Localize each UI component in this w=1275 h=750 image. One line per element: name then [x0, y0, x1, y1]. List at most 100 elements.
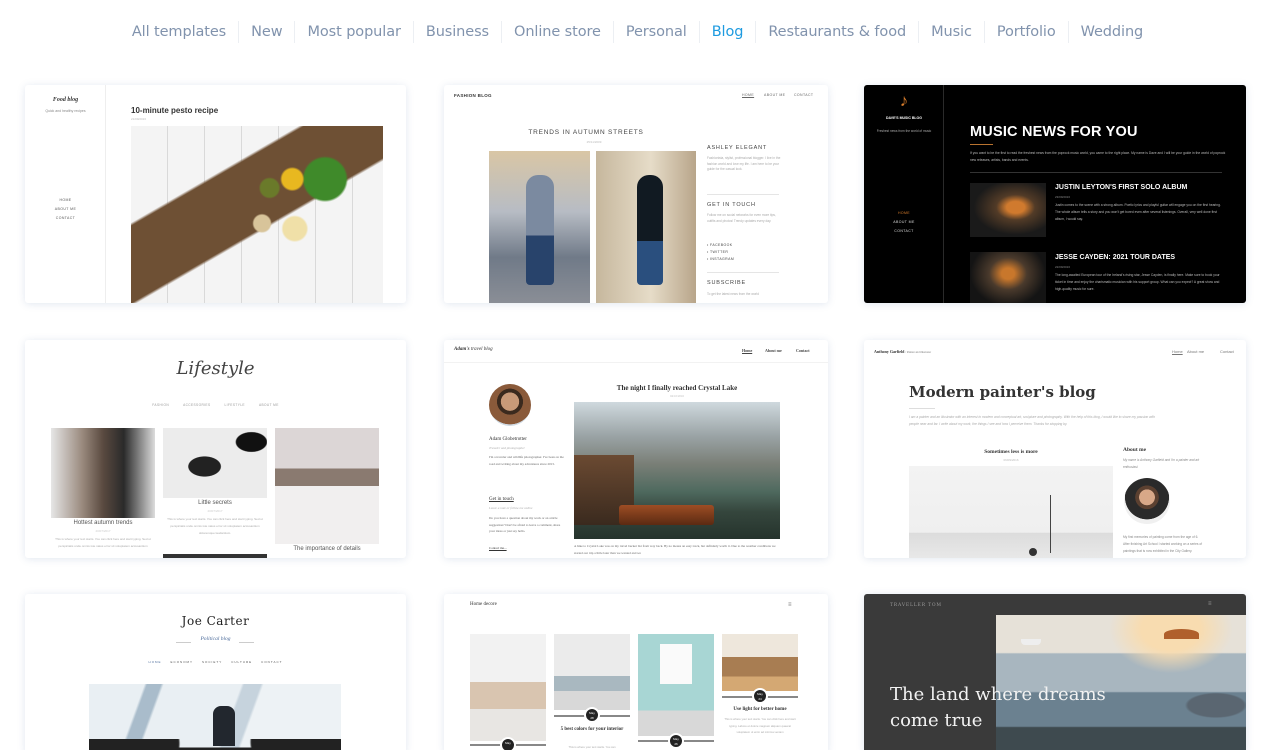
post-text: This is where your text starts. You can …	[167, 517, 263, 535]
category-wedding[interactable]: Wedding	[1069, 20, 1156, 44]
template-nav-item: FASHION	[152, 403, 170, 407]
template-card-food-blog[interactable]: Food blog Quick and healthy recipes HOME…	[25, 85, 406, 303]
template-card-lifestyle-blog[interactable]: Lifestyle FASHION ACCESSORIES LIFESTYLE …	[25, 340, 406, 558]
category-business[interactable]: Business	[414, 20, 501, 44]
template-nav-about: ABOUT ME	[764, 93, 786, 97]
tree-trunk	[1050, 495, 1051, 553]
template-tagline: Freshest news from the world of music	[876, 129, 932, 133]
post-date: 20/07/2017	[95, 529, 111, 533]
template-card-traveller-tom[interactable]: TRAVELLER TOM ≡ The land where dreams co…	[864, 594, 1246, 750]
wall-frame	[660, 644, 692, 684]
template-card-music-blog[interactable]: ♪ DAVE'S MUSIC BLOG Freshest news from t…	[864, 85, 1246, 303]
sea-photo-island	[1164, 629, 1199, 639]
template-nav-about: About me	[1187, 349, 1205, 354]
template-nav-about: ABOUT ME	[54, 207, 77, 211]
template-nav-contact: CONTACT	[894, 229, 914, 233]
template-nav-home: HOME	[742, 93, 755, 97]
pesto-photo	[131, 126, 383, 303]
author-role: Traveler and photographer	[489, 446, 525, 450]
divider	[909, 408, 935, 409]
divider	[707, 272, 779, 273]
divider	[444, 362, 828, 363]
speech-photo-crowd	[89, 739, 341, 750]
template-nav-item: LIFESTYLE	[224, 403, 245, 407]
template-post-title: The night I finally reached Crystal Lake	[616, 384, 738, 392]
template-nav-item: CONTACT	[261, 660, 283, 664]
category-restaurants-food[interactable]: Restaurants & food	[756, 20, 918, 44]
social-link-twitter: • TWITTER	[707, 250, 729, 254]
template-logo: Lifestyle	[176, 358, 255, 379]
post-photo	[275, 428, 379, 544]
template-card-political-blog[interactable]: Joe Carter Political blog HOME ECONOMY S…	[25, 594, 406, 750]
template-post-date: 25/11/2009	[586, 140, 602, 144]
template-card-travel-blog[interactable]: Adam's travel blog Home About me Contact…	[444, 340, 828, 558]
post-thumbnail	[970, 252, 1046, 303]
author-bio: I'm a traveler and wildlife photographer…	[489, 455, 564, 466]
category-music[interactable]: Music	[919, 20, 984, 44]
template-post-title: TRENDS IN AUTUMN STREETS	[528, 129, 644, 136]
template-logo: TRAVELLER TOM	[890, 603, 942, 608]
template-nav-item: ABOUT ME	[258, 403, 279, 407]
category-portfolio[interactable]: Portfolio	[985, 20, 1068, 44]
sidebar-contact-text: Follow me on social networks for even mo…	[707, 213, 776, 223]
category-nav: All templates New Most popular Business …	[0, 20, 1275, 44]
author-avatar	[1124, 478, 1170, 524]
template-nav-about: About me	[765, 348, 782, 353]
template-post-date: 04/10/2016	[670, 394, 684, 398]
template-nav-item: ACCESSORIES	[183, 403, 211, 407]
template-logo: FASHION BLOG	[454, 93, 492, 98]
post-text: Justin comes to the scene with a strong …	[1055, 203, 1221, 221]
sidebar-subscribe-text: To get the latest news from the world	[707, 292, 759, 296]
template-logo: DAVE'S MUSIC BLOG	[886, 116, 922, 120]
template-nav-item: ECONOMY	[170, 660, 194, 664]
divider	[707, 194, 779, 195]
post-text: This is where your text starts. You can	[568, 745, 616, 749]
minimal-tree-photo	[909, 466, 1113, 558]
sidebar-author-heading: ASHLEY ELEGANT	[707, 145, 768, 151]
post-date: 23/09/2016	[1055, 195, 1071, 199]
sidebar-subscribe-heading: SUBSCRIBE	[707, 280, 746, 286]
category-most-popular[interactable]: Most popular	[295, 20, 412, 44]
template-nav-contact: CONTACT	[794, 93, 814, 97]
template-card-home-decor-blog[interactable]: Home decore ≡ May May 28 5 best colors fo…	[444, 594, 828, 750]
template-nav-contact: Contact	[1220, 349, 1234, 354]
template-card-fashion-blog[interactable]: FASHION BLOG HOME ABOUT ME CONTACT TREND…	[444, 85, 828, 303]
post-title: Use light for better home	[733, 707, 787, 712]
post-text: This is where your text starts. You can …	[724, 717, 796, 734]
date-badge: May	[500, 737, 516, 750]
template-nav: FASHION ACCESSORIES LIFESTYLE ABOUT ME	[25, 403, 406, 407]
template-post-title: Sometimes less is more	[984, 449, 1038, 455]
divider	[239, 642, 254, 643]
social-link-instagram: • INSTAGRAM	[707, 257, 735, 261]
template-tagline: Political blog	[200, 636, 231, 642]
template-nav-contact: Contact	[796, 348, 810, 353]
category-personal[interactable]: Personal	[614, 20, 699, 44]
category-new[interactable]: New	[239, 20, 294, 44]
template-nav-home: HOME	[59, 198, 72, 202]
template-headline: MUSIC NEWS FOR YOU	[970, 124, 1138, 140]
category-blog[interactable]: Blog	[700, 20, 756, 44]
template-logo: Adam's travel blog	[454, 347, 493, 352]
post-title: JUSTIN LEYTON'S FIRST SOLO ALBUM	[1055, 184, 1188, 191]
category-online-store[interactable]: Online store	[502, 20, 613, 44]
music-note-icon: ♪	[899, 91, 909, 110]
post-photo	[163, 428, 267, 498]
category-all-templates[interactable]: All templates	[120, 20, 238, 44]
date-badge: May 26	[668, 733, 684, 749]
about-text: My name is Anthony Garfield and I'm a pa…	[1123, 458, 1200, 469]
template-card-painter-blog[interactable]: Anthony Garfield / Painter and illustrat…	[864, 340, 1246, 558]
contact-text: Do you have a question about my work or …	[489, 516, 561, 533]
template-headline: Modern painter's blog	[909, 383, 1096, 401]
template-nav-contact: CONTACT	[55, 216, 76, 220]
stone	[1029, 548, 1037, 556]
lake-photo-boats	[619, 505, 714, 525]
template-nav-item: HOME	[148, 660, 162, 664]
template-post-title: 10-minute pesto recipe	[131, 106, 219, 115]
hamburger-menu-icon: ≡	[788, 602, 792, 608]
template-nav: HOME ECONOMY SOCIETY CULTURE CONTACT	[25, 660, 406, 664]
template-nav-home: Home	[742, 348, 753, 353]
post-title: Little secrets	[198, 500, 232, 506]
post-title: 5 best colors for your interior	[560, 727, 624, 732]
fashion-figure-2	[637, 175, 663, 285]
post-photo	[722, 634, 798, 691]
